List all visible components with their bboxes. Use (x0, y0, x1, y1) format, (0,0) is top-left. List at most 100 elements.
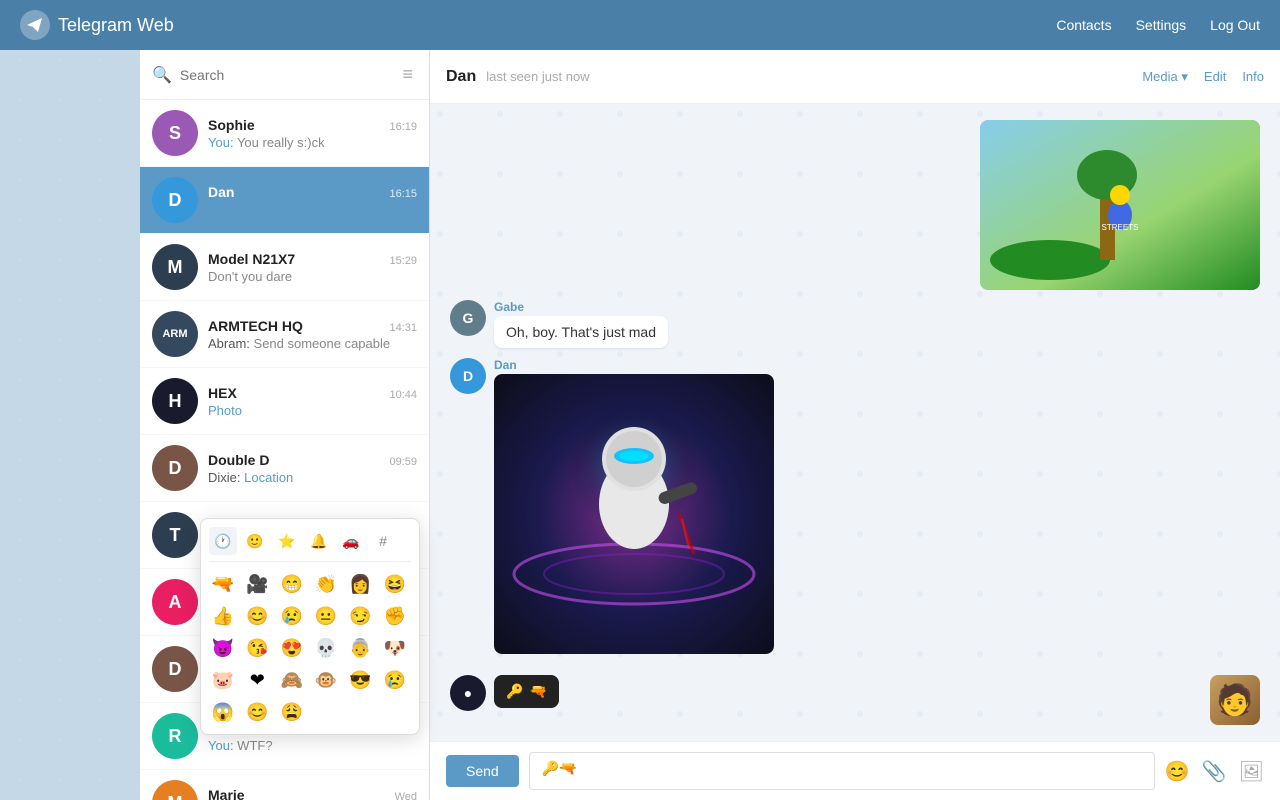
avatar-masked: ● (450, 675, 486, 711)
chat-item-marie[interactable]: M Marie Wed $ 16-19 bln? Deal. (140, 770, 429, 800)
avatar-turk: T (152, 512, 198, 558)
emoji-skull[interactable]: 💀 (312, 634, 340, 662)
edit-button[interactable]: Edit (1204, 69, 1226, 84)
emoji-tab-recent[interactable]: 🕐 (209, 527, 237, 555)
emoji-devil[interactable]: 😈 (209, 634, 237, 662)
chat-item-model[interactable]: M Model N21X7 15:29 Don't you dare (140, 234, 429, 301)
message-group-dan-img: D Dan (450, 358, 1260, 654)
chat-time-model: 15:29 (389, 255, 417, 267)
game-art-svg-1: STREETS (980, 120, 1260, 290)
emoji-tired[interactable]: 😩 (278, 698, 306, 726)
chat-preview-sophie: You: You really s:)ck (208, 135, 417, 150)
emoji-tab-hash[interactable]: # (369, 527, 397, 555)
emoji-monkey[interactable]: 🐵 (312, 666, 340, 694)
info-button[interactable]: Info (1242, 69, 1264, 84)
right-thumbnail: 🧑 (1210, 675, 1260, 725)
chat-info-armtech: ARMTECH HQ 14:31 Abram: Send someone cap… (208, 318, 417, 351)
emoji-dog[interactable]: 🐶 (381, 634, 409, 662)
chat-name-marie: Marie (208, 787, 245, 800)
avatar-sophie: S (152, 110, 198, 156)
emoji-picker: 🕐 🙂 ⭐ 🔔 🚗 # 🔫 🎥 😁 👏 👩 😆 👍 😊 😢 😐 😏 ✊ (200, 518, 420, 735)
emoji-grid: 🔫 🎥 😁 👏 👩 😆 👍 😊 😢 😐 😏 ✊ 😈 😘 😍 💀 👵 🐶 🐷 (209, 570, 411, 726)
emoji-fist[interactable]: ✊ (381, 602, 409, 630)
emoji-pig[interactable]: 🐷 (209, 666, 237, 694)
avatar-dante: D (152, 646, 198, 692)
emoji-thumbs-up[interactable]: 👍 (209, 602, 237, 630)
emoji-tab-stars[interactable]: ⭐ (273, 527, 301, 555)
message-image-1: STREETS (980, 120, 1260, 290)
chat-name-dan: Dan (208, 184, 234, 200)
emoji-sad-cry[interactable]: 😢 (381, 666, 409, 694)
avatar-dan: D (152, 177, 198, 223)
avatar-dan-msg: D (450, 358, 486, 394)
chat-area: Dan last seen just now Media ▾ Edit Info (430, 50, 1280, 800)
chat-info-marie: Marie Wed $ 16-19 bln? Deal. (208, 787, 417, 800)
emoji-clap[interactable]: 👏 (312, 570, 340, 598)
chat-item-doubled[interactable]: D Double D 09:59 Dixie: Location (140, 435, 429, 502)
avatar-doubled: D (152, 445, 198, 491)
emoji-scream[interactable]: 😱 (209, 698, 237, 726)
chat-name-model: Model N21X7 (208, 251, 295, 267)
emoji-heart-eyes[interactable]: 😍 (278, 634, 306, 662)
emoji-neutral[interactable]: 😐 (312, 602, 340, 630)
emoji-smile[interactable]: 😊 (243, 602, 271, 630)
emoji-woman[interactable]: 👩 (346, 570, 374, 598)
chat-info-hex: HEX 10:44 Photo (208, 385, 417, 418)
emoji-tab-vehicles[interactable]: 🚗 (337, 527, 365, 555)
emoji-laugh[interactable]: 😆 (381, 570, 409, 598)
search-input[interactable] (180, 67, 391, 83)
emoji-tabs: 🕐 🙂 ⭐ 🔔 🚗 # (209, 527, 411, 562)
message-group-masked: ● 🔑🔫 🧑 (450, 675, 1260, 725)
message-content-dan: Dan (494, 358, 774, 654)
message-content-img1: STREETS (980, 120, 1260, 290)
search-bar: 🔍 ≡ (140, 50, 429, 100)
chat-time-sophie: 16:19 (389, 121, 417, 133)
message-input[interactable] (529, 752, 1155, 790)
emoji-gun[interactable]: 🔫 (209, 570, 237, 598)
chat-preview-dan: Photo (208, 202, 417, 217)
media-button[interactable]: Media ▾ (1142, 69, 1188, 85)
chat-item-sophie[interactable]: S Sophie 16:19 You: You really s:)ck (140, 100, 429, 167)
emoji-button[interactable]: 😊 (1165, 759, 1190, 784)
chat-item-hex[interactable]: H HEX 10:44 Photo (140, 368, 429, 435)
photo-button[interactable]: 🖼 (1239, 759, 1264, 784)
logout-link[interactable]: Log Out (1210, 17, 1260, 33)
emoji-tab-smileys[interactable]: 🙂 (241, 527, 269, 555)
emoji-smirk[interactable]: 😏 (346, 602, 374, 630)
chat-item-armtech[interactable]: ARM ARMTECH HQ 14:31 Abram: Send someone… (140, 301, 429, 368)
avatar-rick: R (152, 713, 198, 759)
chat-item-dan[interactable]: D Dan 16:15 Photo (140, 167, 429, 234)
menu-icon[interactable]: ≡ (398, 60, 417, 89)
emoji-cry[interactable]: 😢 (278, 602, 306, 630)
chat-preview-model: Don't you dare (208, 269, 417, 284)
emoji-heart[interactable]: ❤ (243, 666, 271, 694)
chat-preview-hex: Photo (208, 403, 417, 418)
attach-button[interactable]: 📎 (1202, 759, 1227, 784)
message-group-img1: STREETS (450, 120, 1260, 290)
emoji-grin[interactable]: 😁 (278, 570, 306, 598)
game-art-svg-2 (494, 374, 774, 654)
chat-status: last seen just now (486, 69, 589, 84)
navbar-actions: Contacts Settings Log Out (1056, 17, 1260, 33)
sender-dan: Dan (494, 358, 774, 372)
chat-preview-armtech: Abram: Send someone capable (208, 336, 417, 351)
send-button[interactable]: Send (446, 755, 519, 787)
emoji-kiss[interactable]: 😘 (243, 634, 271, 662)
contacts-link[interactable]: Contacts (1056, 17, 1111, 33)
chat-info-model: Model N21X7 15:29 Don't you dare (208, 251, 417, 284)
chat-preview-rick: You: WTF? (208, 738, 417, 753)
message-group-gabe: G Gabe Oh, boy. That's just mad (450, 300, 1260, 348)
settings-link[interactable]: Settings (1136, 17, 1187, 33)
chat-time-marie: Wed (395, 791, 417, 800)
avatar-hex: H (152, 378, 198, 424)
chat-preview-doubled: Dixie: Location (208, 470, 417, 485)
chat-header-actions: Media ▾ Edit Info (1142, 69, 1264, 85)
emoji-old-woman[interactable]: 👵 (346, 634, 374, 662)
emoji-camera[interactable]: 🎥 (243, 570, 271, 598)
emoji-monkey-see-no[interactable]: 🙈 (278, 666, 306, 694)
emoji-sunglasses[interactable]: 😎 (346, 666, 374, 694)
emoji-tab-alerts[interactable]: 🔔 (305, 527, 333, 555)
app-name: Telegram Web (58, 15, 174, 36)
svg-text:STREETS: STREETS (1102, 223, 1139, 232)
emoji-relieved[interactable]: 😊 (243, 698, 271, 726)
